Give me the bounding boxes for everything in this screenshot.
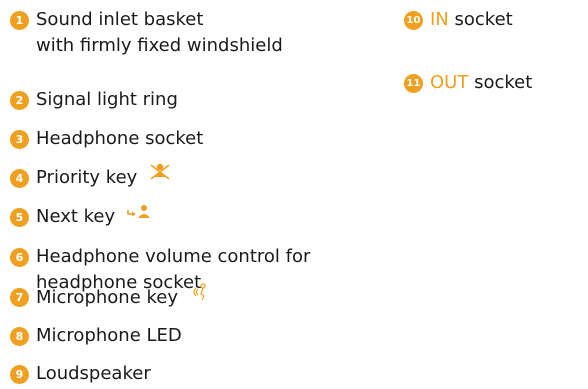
legend-item-11: 11 OUT socket (404, 70, 532, 96)
number-badge: 10 (404, 11, 423, 30)
legend-item-5: 5 Next key (10, 204, 153, 230)
legend-item-9: 9 Loudspeaker (10, 361, 151, 387)
legend-item-keyword: IN (430, 9, 449, 30)
legend-item-1: 1 Sound inlet basket with firmly fixed w… (10, 7, 283, 59)
legend-item-label: Loudspeaker (36, 363, 151, 384)
number-badge: 2 (10, 91, 29, 110)
legend-item-label-line2: with firmly fixed windshield (36, 35, 283, 56)
legend-item-label: Priority key (36, 167, 138, 188)
legend-item-label: Sound inlet basket (36, 9, 204, 30)
number-badge: 11 (404, 74, 423, 93)
priority-key-icon (149, 163, 171, 189)
microphone-key-icon (190, 282, 208, 310)
legend-item-label: socket (474, 72, 533, 93)
legend-item-label: Signal light ring (36, 89, 178, 110)
number-badge: 7 (10, 288, 29, 307)
legend-item-label: Next key (36, 206, 116, 227)
number-badge: 3 (10, 130, 29, 149)
number-badge: 9 (10, 365, 29, 384)
legend-item-7: 7 Microphone key (10, 282, 208, 312)
next-key-icon (127, 202, 153, 228)
legend-item-label: Microphone key (36, 287, 179, 308)
legend-item-2: 2 Signal light ring (10, 87, 178, 113)
number-badge: 6 (10, 248, 29, 267)
number-badge: 8 (10, 327, 29, 346)
legend-item-label: Headphone socket (36, 128, 204, 149)
legend-item-8: 8 Microphone LED (10, 323, 182, 349)
legend-item-label: socket (454, 9, 513, 30)
number-badge: 4 (10, 169, 29, 188)
legend-item-label: Headphone volume control for (36, 246, 311, 267)
legend-item-keyword: OUT (430, 72, 469, 93)
number-badge: 5 (10, 208, 29, 227)
legend-item-10: 10 IN socket (404, 7, 513, 33)
legend-item-3: 3 Headphone socket (10, 126, 203, 152)
legend-item-label: Microphone LED (36, 325, 182, 346)
number-badge: 1 (10, 11, 29, 30)
legend-item-4: 4 Priority key (10, 163, 171, 191)
